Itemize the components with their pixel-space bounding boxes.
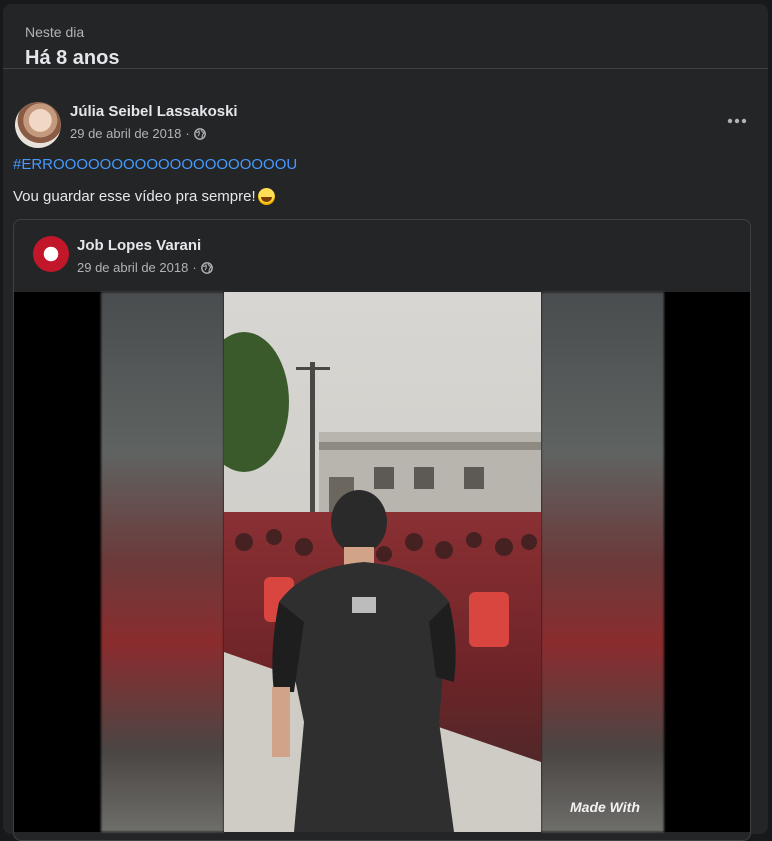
more-options-icon[interactable] bbox=[720, 104, 754, 138]
post-header: Júlia Seibel Lassakoski 29 de abril de 2… bbox=[3, 90, 768, 150]
post-author[interactable]: Júlia Seibel Lassakoski bbox=[70, 103, 238, 120]
shared-post-header: Job Lopes Varani 29 de abril de 2018 · bbox=[14, 220, 750, 292]
globe-icon bbox=[200, 261, 213, 274]
shared-author-avatar[interactable] bbox=[33, 236, 69, 272]
memory-kicker: Neste dia bbox=[25, 24, 85, 40]
video-blur-right bbox=[541, 292, 664, 832]
video-player[interactable]: Made With bbox=[14, 292, 750, 832]
post-hashtag[interactable]: #ERROOOOOOOOOOOOOOOOOOOOU bbox=[13, 156, 297, 173]
video-watermark: Made With bbox=[570, 799, 640, 815]
laughing-emoji-icon bbox=[257, 188, 275, 205]
globe-icon bbox=[193, 127, 206, 140]
video-blur-left bbox=[101, 292, 224, 832]
shared-post-author[interactable]: Job Lopes Varani bbox=[77, 237, 201, 254]
post-text: Vou guardar esse vídeo pra sempre! bbox=[13, 188, 256, 205]
shared-post-date[interactable]: 29 de abril de 2018 bbox=[77, 260, 188, 275]
meta-separator: · bbox=[192, 260, 197, 275]
post-meta: 29 de abril de 2018 · bbox=[70, 126, 206, 141]
shared-post-meta: 29 de abril de 2018 · bbox=[77, 260, 213, 275]
shared-post[interactable]: Job Lopes Varani 29 de abril de 2018 · M… bbox=[13, 219, 751, 841]
post-body: Vou guardar esse vídeo pra sempre! bbox=[13, 188, 275, 205]
video-frame bbox=[224, 292, 541, 832]
memory-title: Há 8 anos bbox=[25, 47, 120, 69]
author-avatar[interactable] bbox=[15, 102, 61, 148]
post-date[interactable]: 29 de abril de 2018 bbox=[70, 126, 181, 141]
meta-separator: · bbox=[185, 126, 190, 141]
memory-header: Neste dia Há 8 anos bbox=[3, 4, 768, 69]
